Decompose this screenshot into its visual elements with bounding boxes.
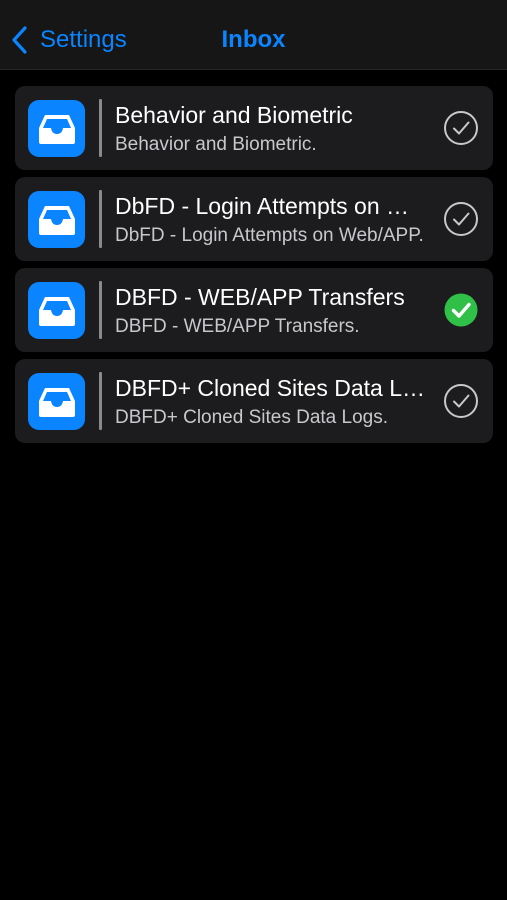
app-icon (28, 191, 85, 248)
app-icon (28, 282, 85, 339)
list-item-title: DBFD - WEB/APP Transfers (115, 284, 405, 310)
list-item[interactable]: Behavior and Biometric Behavior and Biom… (15, 86, 493, 170)
unselected-check-icon[interactable] (443, 383, 479, 419)
app-icon (28, 100, 85, 157)
inbox-tray-icon (38, 387, 75, 417)
list-item-subtitle: DBFD - WEB/APP Transfers. (115, 316, 360, 337)
list-item[interactable]: DBFD+ Cloned Sites Data Logs DBFD+ Clone… (15, 359, 493, 443)
row-divider (99, 190, 102, 248)
unselected-check-icon[interactable] (443, 110, 479, 146)
list-item[interactable]: DbFD - Login Attempts on Web/APP DbFD - … (15, 177, 493, 261)
list-item-title: DBFD+ Cloned Sites Data Logs (115, 375, 425, 401)
list-item-title: DbFD - Login Attempts on Web/APP (115, 193, 425, 219)
list-item-title: Behavior and Biometric (115, 102, 353, 128)
row-divider (99, 99, 102, 157)
selected-check-icon[interactable] (443, 292, 479, 328)
row-divider (99, 281, 102, 339)
list-item-subtitle: DbFD - Login Attempts on Web/APP. (115, 225, 424, 246)
inbox-tray-icon (38, 114, 75, 144)
app-icon (28, 373, 85, 430)
inbox-tray-icon (38, 205, 75, 235)
list-item[interactable]: DBFD - WEB/APP Transfers DBFD - WEB/APP … (15, 268, 493, 352)
inbox-tray-icon (38, 296, 75, 326)
list-item-subtitle: DBFD+ Cloned Sites Data Logs. (115, 407, 388, 428)
row-divider (99, 372, 102, 430)
page-title: Inbox (221, 26, 286, 53)
unselected-check-icon[interactable] (443, 201, 479, 237)
inbox-list: Behavior and Biometric Behavior and Biom… (15, 86, 493, 450)
navigation-bar: Settings Inbox (0, 0, 507, 70)
list-item-subtitle: Behavior and Biometric. (115, 134, 317, 155)
